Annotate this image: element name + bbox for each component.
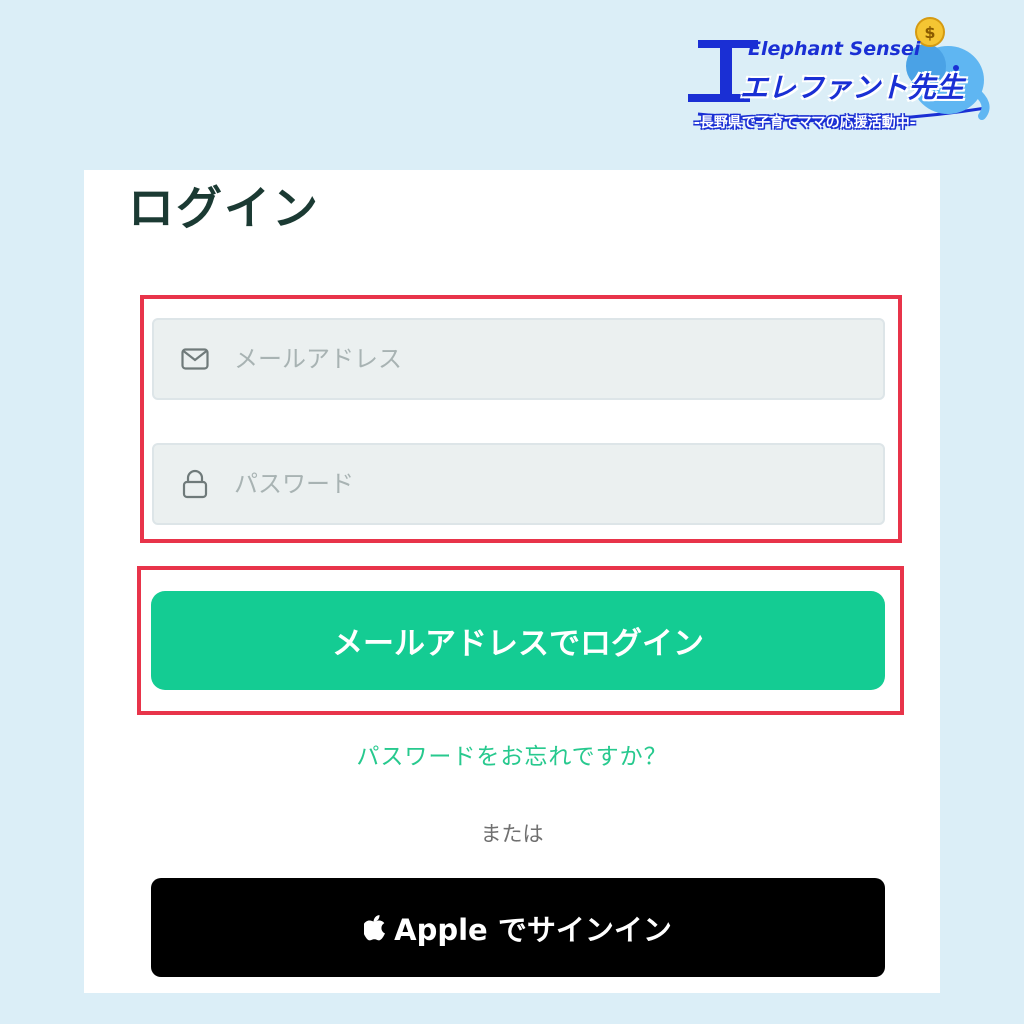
email-login-button[interactable]: メールアドレスでログイン [151, 591, 885, 690]
lock-icon [180, 469, 210, 499]
apple-signin-button[interactable]: Apple でサインイン [151, 878, 885, 977]
forgot-password-link[interactable]: パスワードをお忘れですか？ [0, 737, 1024, 771]
email-input[interactable] [232, 344, 836, 374]
svg-text:$: $ [924, 23, 935, 42]
apple-icon [364, 914, 386, 941]
password-field[interactable] [152, 443, 885, 525]
mail-icon [180, 344, 210, 374]
or-divider-text: または [480, 822, 544, 846]
email-field[interactable] [152, 318, 885, 400]
logo-title-jp: エレファント先生 [740, 71, 965, 104]
page-title: ログイン [128, 181, 320, 235]
logo-tagline: -長野県で子育てママの応援活動中- [694, 115, 916, 131]
logo-title-en: Elephant Sensei [748, 38, 921, 60]
password-input[interactable] [232, 469, 836, 499]
apple-signin-label: Apple でサインイン [394, 912, 672, 947]
